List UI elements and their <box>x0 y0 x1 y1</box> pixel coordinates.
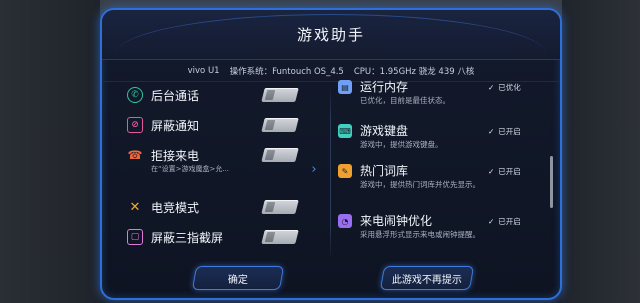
check-icon: ✓ <box>488 127 495 136</box>
toggle-row-block-notifications[interactable]: ⊘ 屏蔽通知 <box>122 114 302 138</box>
feature-status: ✓ 已开启 <box>488 216 521 227</box>
keyboard-icon: ⌨ <box>338 124 352 138</box>
phone-icon: ✆ <box>127 87 143 103</box>
toggle-list: ✆ 后台通话 ⊘ 屏蔽通知 ☎ 拒接来电 在“设置>游戏魔盒>允... ✕ 电竞… <box>122 84 302 260</box>
confirm-button-label: 确定 <box>228 274 248 286</box>
check-icon: ✓ <box>488 167 495 176</box>
os-label: 操作系统： <box>229 66 273 77</box>
feature-status: ✓ 已优化 <box>488 82 521 93</box>
game-assistant-dialog: 游戏助手 vivo U1 操作系统：Funtouch OS_4.5 CPU：1.… <box>100 8 562 300</box>
alarm-icon: ◔ <box>338 214 352 228</box>
crossed-swords-icon: ✕ <box>129 199 141 215</box>
cpu-value: 1.95GHz 骁龙 439 八核 <box>379 66 475 77</box>
toggle-switch-block-three-finger-screenshot[interactable] <box>261 230 299 244</box>
bell-off-icon: ⊘ <box>127 117 143 133</box>
feature-item-hot-words[interactable]: ✎ 热门词库 游戏中，提供热门词库并优先显示。 ✓ 已开启 <box>336 162 548 202</box>
toggle-label: 屏蔽通知 <box>151 119 200 133</box>
os-info: 操作系统：Funtouch OS_4.5 <box>230 65 344 77</box>
toggle-switch-esports-mode[interactable] <box>261 200 299 214</box>
chevron-right-icon[interactable]: › <box>308 162 320 177</box>
dont-remind-button-label: 此游戏不再提示 <box>392 274 462 286</box>
screenshot-off-icon: ▢ <box>127 229 143 245</box>
toggle-sublabel: 在“设置>游戏魔盒>允... <box>151 165 230 173</box>
memory-icon: ▤ <box>338 80 352 94</box>
toggle-row-esports-mode[interactable]: ✕ 电竞模式 <box>122 196 302 220</box>
feature-desc: 游戏中，提供热门词库并优先显示。 <box>360 180 480 189</box>
confirm-button[interactable]: 确定 <box>191 266 285 290</box>
dialog-header: 游戏助手 <box>102 10 560 60</box>
toggle-label: 电竞模式 <box>151 201 200 215</box>
feature-status: ✓ 已开启 <box>488 126 521 137</box>
dialog-title: 游戏助手 <box>296 26 365 44</box>
dialog-content: ✆ 后台通话 ⊘ 屏蔽通知 ☎ 拒接来电 在“设置>游戏魔盒>允... ✕ 电竞… <box>102 80 560 260</box>
toggle-label: 屏蔽三指截屏 <box>151 231 224 245</box>
device-name: vivo U1 <box>187 65 220 76</box>
dialog-footer: 确定 此游戏不再提示 <box>102 256 560 298</box>
feature-title: 来电闹钟优化 <box>360 214 433 228</box>
toggle-switch-background-call[interactable] <box>261 88 299 102</box>
dictionary-icon: ✎ <box>338 164 352 178</box>
toggle-label: 拒接来电 <box>151 149 200 163</box>
feature-list: ▤ 运行内存 已优化，目前是最佳状态。 ✓ 已优化 ⌨ 游戏键盘 游戏中，提供游戏… <box>336 80 556 260</box>
feature-title: 热门词库 <box>360 164 409 178</box>
feature-status-text: 已开启 <box>498 167 521 176</box>
feature-item-game-keyboard[interactable]: ⌨ 游戏键盘 游戏中，提供游戏键盘。 ✓ 已开启 <box>336 122 548 156</box>
feature-item-memory[interactable]: ▤ 运行内存 已优化，目前是最佳状态。 ✓ 已优化 <box>336 78 548 112</box>
feature-title: 游戏键盘 <box>360 124 409 138</box>
scrollbar[interactable] <box>550 156 553 208</box>
check-icon: ✓ <box>488 83 495 92</box>
cpu-label: CPU： <box>353 66 380 77</box>
os-value: Funtouch OS_4.5 <box>272 66 344 77</box>
feature-desc: 采用悬浮形式显示来电或闹钟提醒。 <box>360 230 480 239</box>
decline-call-icon: ☎ <box>127 148 143 162</box>
check-icon: ✓ <box>488 217 495 226</box>
feature-status-text: 已优化 <box>498 83 521 92</box>
feature-status-text: 已开启 <box>498 217 521 226</box>
dont-remind-button[interactable]: 此游戏不再提示 <box>379 266 475 290</box>
feature-desc: 游戏中，提供游戏键盘。 <box>360 140 443 149</box>
toggle-switch-block-notifications[interactable] <box>261 118 299 132</box>
feature-status-text: 已开启 <box>498 127 521 136</box>
toggle-row-block-three-finger-screenshot[interactable]: ▢ 屏蔽三指截屏 <box>122 226 302 250</box>
game-background-right <box>562 0 640 303</box>
toggle-label: 后台通话 <box>151 89 200 103</box>
game-background-left <box>0 0 100 303</box>
toggle-switch-decline-calls[interactable] <box>261 148 299 162</box>
toggle-row-background-call[interactable]: ✆ 后台通话 <box>122 84 302 108</box>
feature-desc: 已优化，目前是最佳状态。 <box>360 96 450 105</box>
column-divider <box>330 84 331 260</box>
feature-status: ✓ 已开启 <box>488 166 521 177</box>
cpu-info: CPU：1.95GHz 骁龙 439 八核 <box>354 65 475 77</box>
toggle-row-decline-calls[interactable]: ☎ 拒接来电 在“设置>游戏魔盒>允... <box>122 144 302 176</box>
feature-title: 运行内存 <box>360 80 409 94</box>
feature-item-call-alarm[interactable]: ◔ 来电闹钟优化 采用悬浮形式显示来电或闹钟提醒。 ✓ 已开启 <box>336 212 548 256</box>
